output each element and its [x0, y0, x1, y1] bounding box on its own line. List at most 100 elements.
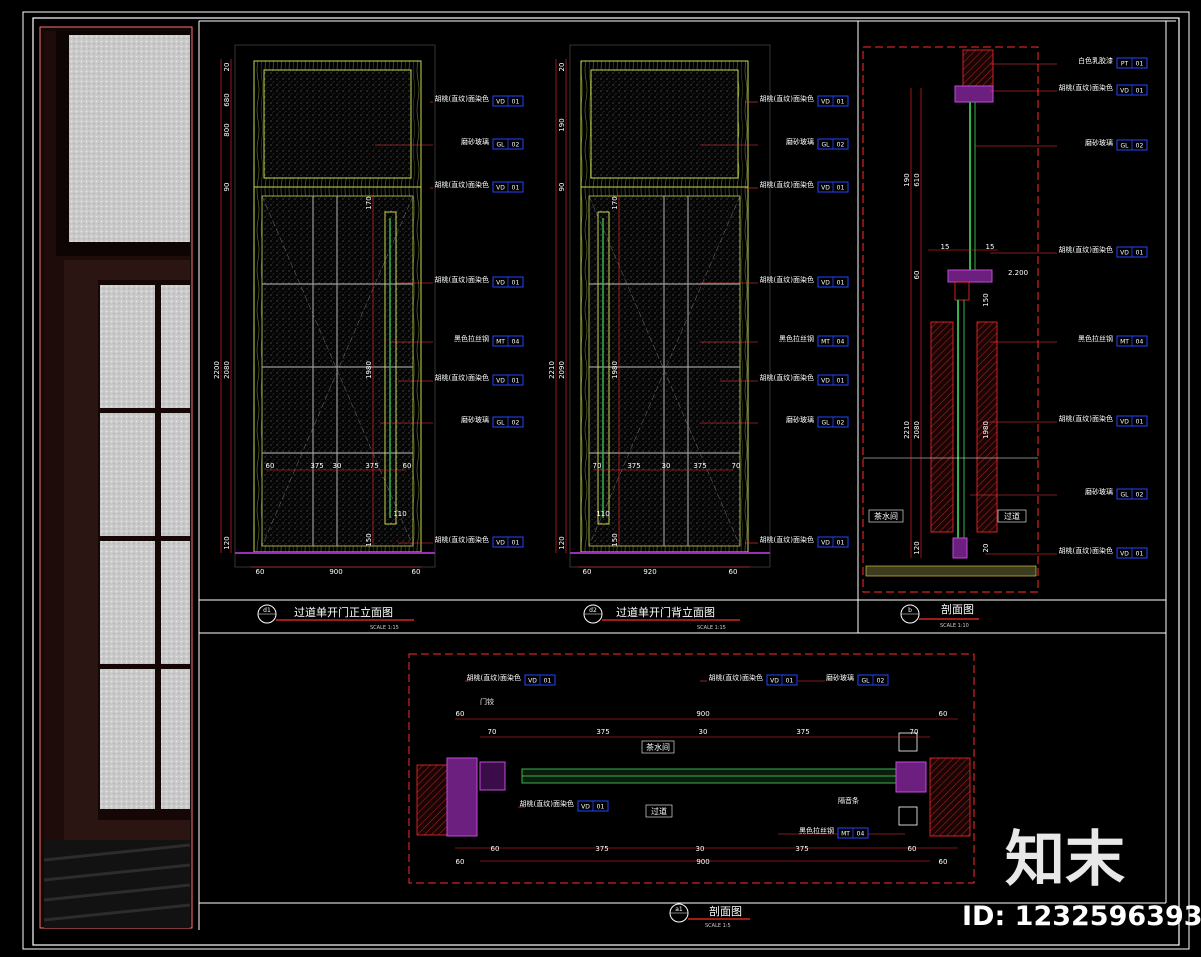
material-callout: 胡桃(直纹)面染色 VD 01 [990, 83, 1148, 96]
callout-code: GL [497, 420, 506, 427]
back-elevation [555, 44, 771, 568]
callout-material: 胡桃(直纹)面染色 [760, 94, 814, 103]
callout-material: 胡桃(直纹)面染色 [435, 373, 489, 382]
dimension-label: 680 [223, 93, 231, 106]
callout-material: 黑色拉丝钢 [779, 334, 814, 343]
callout-material: 黑色拉丝钢 [799, 826, 834, 835]
section-a1-title: 剖面图 [709, 904, 742, 918]
callout-code: MT [821, 339, 830, 346]
callout-code: VD [821, 185, 830, 192]
callout-material: 胡桃(直纹)面染色 [760, 180, 814, 189]
callout-material: 胡桃(直纹)面染色 [520, 799, 574, 808]
section-b: 茶水间 过道 2.200 [862, 46, 1039, 593]
dimension-label: 375 [365, 462, 378, 470]
material-callout: 白色乳胶漆 PT 01 [990, 56, 1148, 69]
callout-code: VD [1120, 88, 1129, 95]
callout-material: 黑色拉丝钢 [1078, 334, 1113, 343]
callout-code: MT [496, 339, 505, 346]
dimension-label: 15 [941, 243, 950, 251]
callout-code: VD [496, 540, 505, 547]
callout-number: 01 [1136, 61, 1144, 68]
material-callout: 胡桃(直纹)面染色 VD 01 [745, 180, 849, 193]
callout-number: 01 [837, 378, 845, 385]
dimension-label: 150 [365, 533, 373, 546]
dimension-label: 90 [223, 183, 231, 192]
section-a1-scale: SCALE 1:5 [705, 923, 731, 929]
callout-material: 黑色拉丝钢 [454, 334, 489, 343]
room-corridor-b: 过道 [1004, 511, 1020, 521]
material-callout: 磨砂玻璃 GL 02 [798, 673, 889, 686]
dimension-label: 2210 [903, 421, 911, 439]
dimension-label: 110 [393, 510, 406, 518]
callout-material: 胡桃(直纹)面染色 [435, 180, 489, 189]
callout-code: MT [1120, 339, 1129, 346]
dimension-label: 375 [627, 462, 640, 470]
callout-number: 04 [1136, 339, 1144, 346]
section-b-scale: SCALE 1:10 [940, 623, 969, 629]
callout-seal-strip: 隔音条 [838, 796, 859, 805]
dimension-label: 30 [662, 462, 671, 470]
back-mark: d2 [589, 607, 597, 614]
callout-material: 磨砂玻璃 [1085, 487, 1113, 496]
front-mark: d1 [263, 607, 271, 614]
dimension-label: 60 [256, 568, 265, 576]
dimension-label: 375 [795, 845, 808, 853]
callout-number: 01 [1136, 88, 1144, 95]
dimension-label: 375 [310, 462, 323, 470]
callout-number: 02 [837, 142, 845, 149]
dimension-label: 120 [913, 541, 921, 554]
callout-number: 01 [512, 280, 520, 287]
material-callout: 胡桃(直纹)面染色 VD 01 [430, 94, 524, 107]
dimension-label: 30 [333, 462, 342, 470]
callout-hinge: 门铰 [480, 697, 494, 706]
dimension-label: 60 [403, 462, 412, 470]
section-a1-mark: a1 [675, 906, 683, 913]
callout-code: PT [1121, 61, 1129, 68]
dimension-label: 190 [903, 173, 911, 186]
callout-code: VD [528, 678, 537, 685]
callout-material: 胡桃(直纹)面染色 [760, 275, 814, 284]
dimension-label: 2080 [913, 421, 921, 439]
view-title-section-b: b 剖面图 SCALE 1:10 [900, 602, 979, 629]
callout-code: VD [496, 99, 505, 106]
callout-code: MT [841, 831, 850, 838]
dimension-label: 900 [696, 858, 709, 866]
material-tags: 胡桃(直纹)面染色 VD 01磨砂玻璃 GL 02胡桃(直纹)面染色 VD 01胡桃(直纹)… [375, 56, 1148, 839]
dimension-label: 170 [611, 196, 619, 209]
dimension-label: 150 [982, 293, 990, 306]
callout-code: GL [862, 678, 871, 685]
callout-number: 02 [1136, 492, 1144, 499]
callout-code: VD [496, 280, 505, 287]
dimension-label: 60 [456, 710, 465, 718]
callout-material: 胡桃(直纹)面染色 [467, 673, 521, 682]
callout-code: VD [821, 280, 830, 287]
cad-drawing-sheet: 茶水间 过道 2.200 茶水间 过道 胡桃(直纹)面染色 VD 01 磨砂玻璃 GL 0… [22, 11, 1201, 950]
dimension-label: 920 [643, 568, 656, 576]
dimension-label: 120 [223, 536, 231, 549]
callout-code: VD [1120, 250, 1129, 257]
material-callout: 胡桃(直纹)面染色 VD 01 [700, 673, 798, 686]
dimension-label: 60 [729, 568, 738, 576]
callout-number: 02 [877, 678, 885, 685]
callout-material: 磨砂玻璃 [786, 137, 814, 146]
callout-code: GL [497, 142, 506, 149]
material-callout: 黑色拉丝钢 MT 04 [990, 334, 1148, 347]
callout-material: 磨砂玻璃 [786, 415, 814, 424]
dimension-label: 60 [266, 462, 275, 470]
dimension-label: 2090 [558, 361, 566, 379]
material-callout: 胡桃(直纹)面染色 VD 01 [745, 94, 849, 107]
dimension-label: 150 [611, 533, 619, 546]
dimension-label: 60 [412, 568, 421, 576]
callout-code: GL [1121, 143, 1130, 150]
callout-number: 01 [1136, 250, 1144, 257]
dimension-label: 20 [223, 63, 231, 72]
dimension-label: 70 [732, 462, 741, 470]
dimension-label: 20 [558, 63, 566, 72]
dimension-label: 70 [910, 728, 919, 736]
callout-number: 04 [512, 339, 520, 346]
callout-material: 胡桃(直纹)面染色 [435, 94, 489, 103]
callout-material: 胡桃(直纹)面染色 [709, 673, 763, 682]
dimension-label: 60 [456, 858, 465, 866]
reference-photo [39, 26, 193, 929]
callout-material: 胡桃(直纹)面染色 [1059, 546, 1113, 555]
